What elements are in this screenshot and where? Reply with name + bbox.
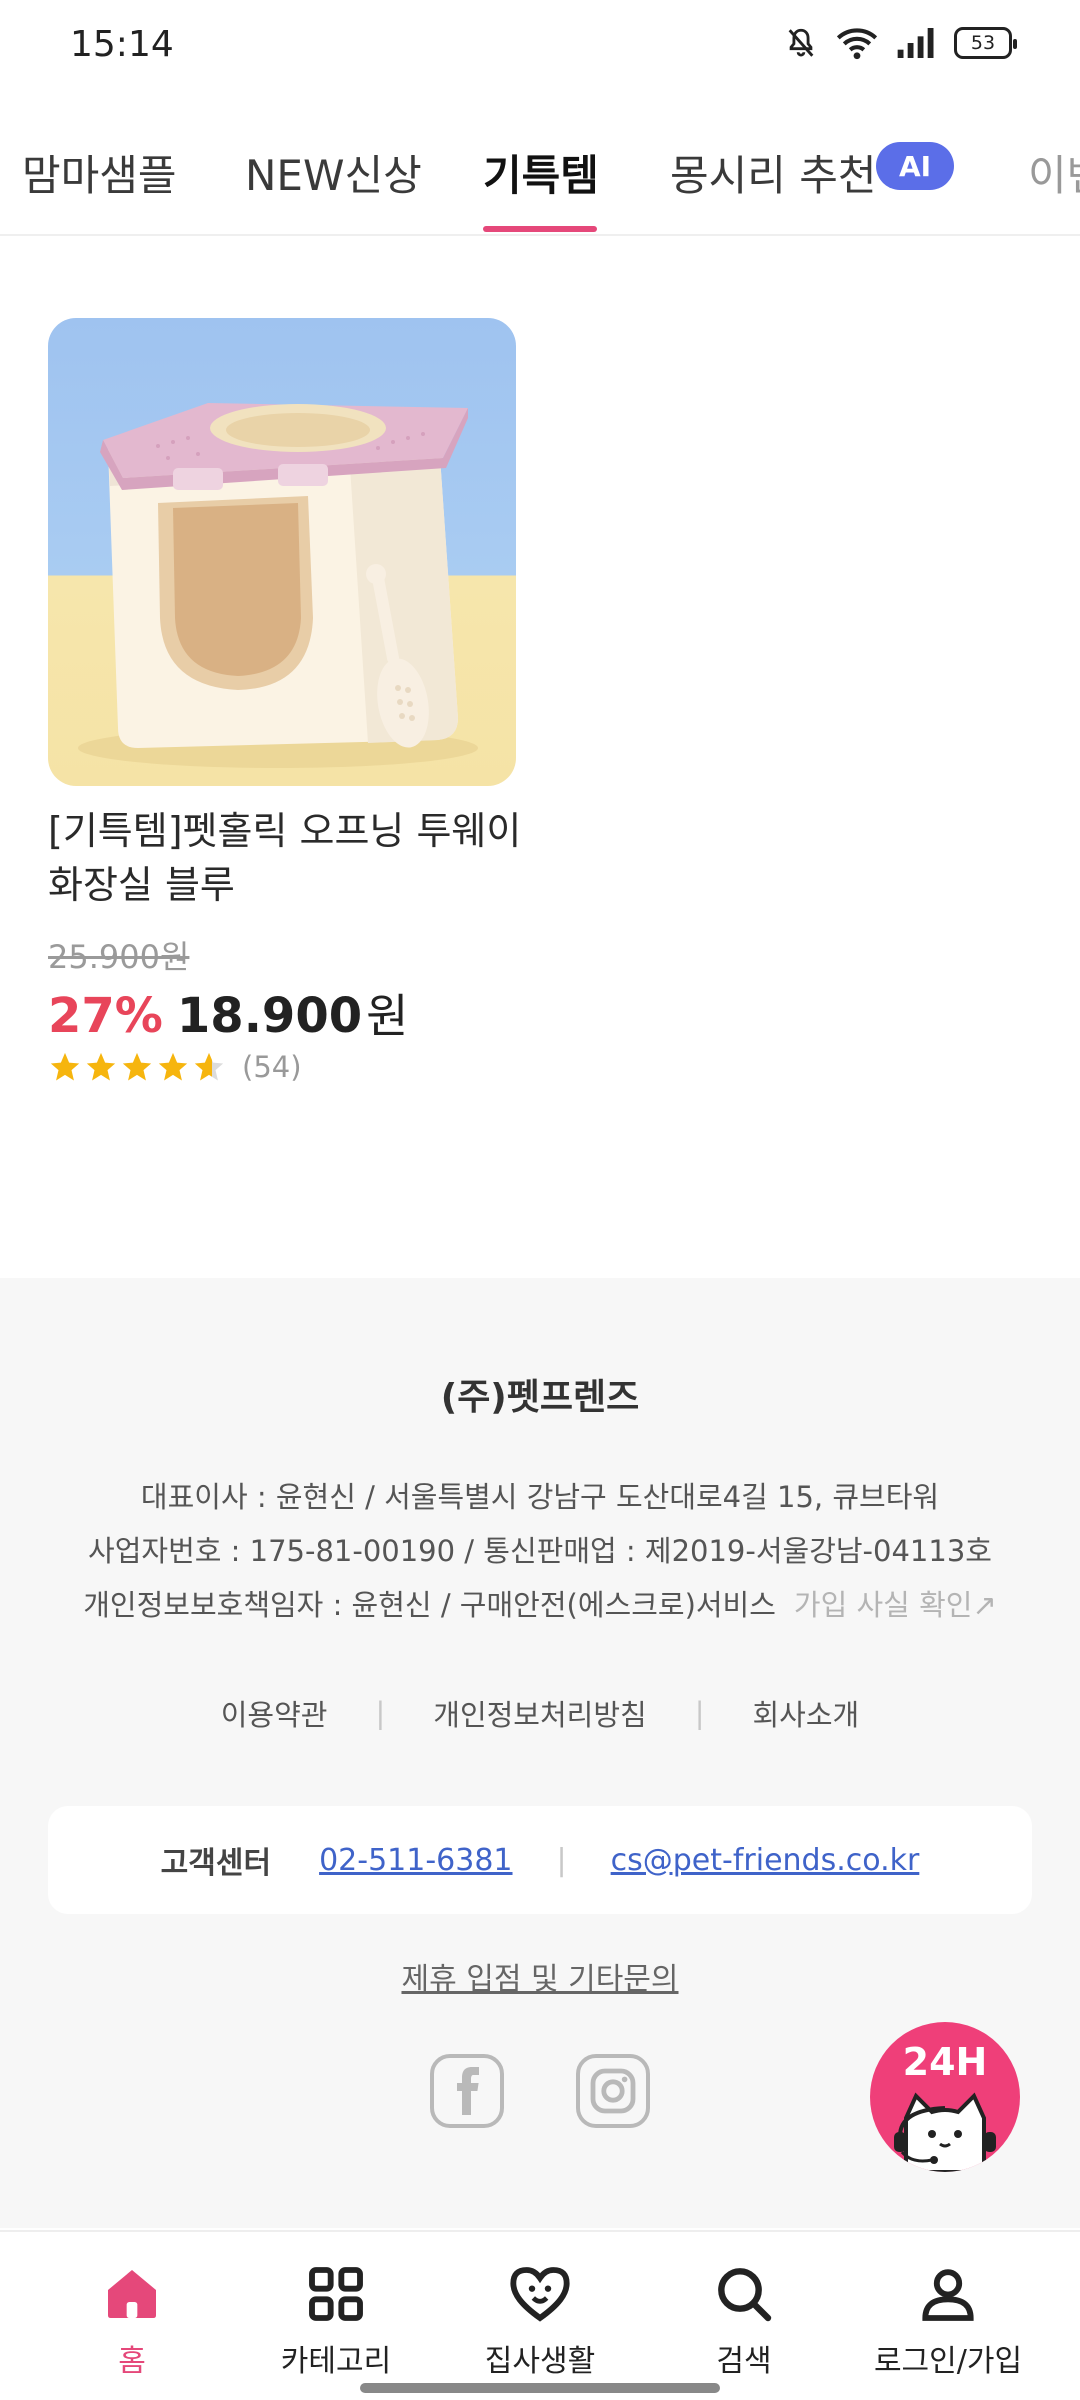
sale-price: 18.900 [176,988,363,1044]
terms-link[interactable]: 이용약관 [221,1692,328,1734]
tab-gitektem[interactable]: 기특템 [483,142,599,203]
rating-stars [48,1050,226,1084]
search-icon [718,2268,772,2322]
product-card[interactable]: [기특템]펫홀릭 오프닝 투웨이 화장실 블루 25.900원 27% 18.9… [48,318,521,1084]
status-time: 15:14 [70,24,174,65]
company-name: (주)펫프렌즈 [440,1377,640,1418]
nav-pet-life[interactable]: 집사생활 [440,2262,640,2380]
nav-category-label: 카테고리 [280,2344,392,2379]
home-indicator[interactable] [360,2383,720,2393]
ai-badge: AI [876,142,954,190]
product-name[interactable]: [기특템]펫홀릭 오프닝 투웨이 화장실 블루 [48,804,528,912]
original-price: 25.900원 [48,938,190,976]
half-star-icon [194,1052,224,1081]
active-tab-indicator [483,226,597,232]
wifi-icon [836,28,878,60]
pet-heart-icon [510,2267,570,2322]
nav-category[interactable]: 카테고리 [236,2262,436,2380]
category-tabs: 맘마샘플 NEW신상 기특템 몽시리 추천 AI 이벤 [0,118,1080,236]
divider: | [556,1842,567,1878]
privacy-officer-text: 개인정보보호책임자 : 윤현신 / 구매안전(에스크로)서비스 [83,1588,776,1622]
product-image[interactable] [48,318,516,786]
price-unit: 원 [366,989,409,1043]
cs-phone-link[interactable]: 02-511-6381 [319,1843,512,1878]
instagram-icon[interactable] [576,2054,650,2128]
star-icon [50,1052,80,1081]
mute-icon [788,28,814,57]
star-icon [158,1052,188,1081]
escrow-verify-link[interactable]: 가입 사실 확인↗ [794,1588,997,1622]
nav-search-label: 검색 [716,2344,772,2379]
tab-mongsiri-recommend[interactable]: 몽시리 추천 [670,142,877,203]
star-icon [122,1052,152,1081]
bottom-navigation: 홈 카테고리 집사생활 검색 로그인/가입 [0,2230,1080,2400]
nav-home[interactable]: 홈 [32,2262,232,2380]
price-row: 27% 18.900 원 [48,980,516,1046]
litter-box-illustration [78,403,478,768]
chat-24h-label: 24H [902,2040,988,2084]
cat-headset-icon [894,2092,996,2172]
company-intro-link[interactable]: 회사소개 [753,1692,860,1734]
star-icon [86,1052,116,1081]
review-count[interactable]: (54) [242,1050,302,1084]
discount-rate: 27% [48,988,163,1044]
user-icon [922,2269,974,2321]
rating-row: (54) [48,1050,516,1084]
facebook-icon[interactable] [430,2054,504,2128]
nav-home-label: 홈 [118,2344,146,2379]
signal-icon [897,28,934,58]
footer-links: 이용약관 | 개인정보처리방침 | 회사소개 [0,1692,1080,1734]
battery-indicator: 53 [954,27,1017,59]
company-info-registration: 사업자번호 : 175-81-00190 / 통신판매업 : 제2019-서울강… [88,1534,992,1568]
tab-new-arrivals[interactable]: NEW신상 [245,142,422,203]
privacy-policy-link[interactable]: 개인정보처리방침 [433,1692,646,1734]
divider: | [375,1696,386,1730]
social-links [430,2054,650,2128]
customer-center-box: 고객센터 02-511-6381 | cs@pet-friends.co.kr [48,1806,1032,1914]
home-icon [108,2270,156,2318]
nav-search[interactable]: 검색 [644,2262,844,2380]
cs-email-link[interactable]: cs@pet-friends.co.kr [611,1843,920,1878]
partnership-inquiry-link[interactable]: 제휴 입점 및 기타문의 [0,1954,1080,1998]
grid-icon [309,2267,363,2321]
tab-event[interactable]: 이벤 [1028,142,1080,203]
nav-pet-life-label: 집사생활 [484,2344,596,2379]
nav-login[interactable]: 로그인/가입 [848,2262,1048,2380]
customer-center-label: 고객센터 [160,1846,272,1881]
divider: | [694,1696,705,1730]
status-bar: 15:14 53 [0,0,1080,96]
status-icons: 53 [784,26,1017,60]
chat-24h-button[interactable]: 24H [870,2022,1020,2172]
company-info-ceo-address: 대표이사 : 윤현신 / 서울특별시 강남구 도산대로4길 15, 큐브타워 [140,1480,940,1514]
tab-mamma-sample[interactable]: 맘마샘플 [22,142,177,203]
company-info-privacy: 개인정보보호책임자 : 윤현신 / 구매안전(에스크로)서비스 가입 사실 확인↗ [0,1582,1080,1624]
nav-login-label: 로그인/가입 [873,2344,1023,2379]
